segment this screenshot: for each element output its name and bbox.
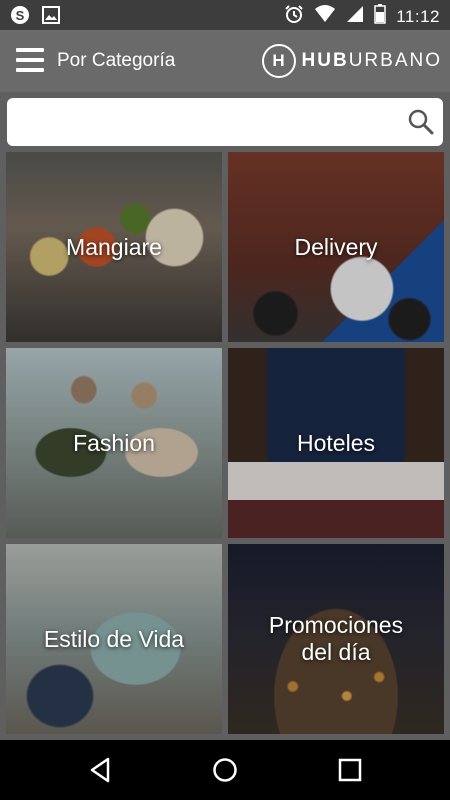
category-label: Estilo de Vida: [43, 625, 185, 652]
search-icon[interactable]: [407, 108, 435, 136]
page-title: Por Categoría: [57, 50, 176, 71]
category-label: Hoteles: [297, 429, 375, 456]
category-tile-delivery[interactable]: Delivery: [228, 152, 444, 342]
hamburger-menu-icon[interactable]: [16, 48, 46, 74]
search-bar: [7, 98, 443, 146]
recents-icon[interactable]: [336, 756, 364, 784]
category-label: Promociones del día: [268, 612, 404, 665]
image-icon: [42, 6, 60, 29]
battery-icon: [374, 4, 386, 29]
signal-icon: [346, 5, 364, 28]
alarm-icon: [284, 4, 304, 29]
skype-icon: S: [10, 5, 30, 30]
logo-mark: H: [261, 44, 296, 78]
category-tile-fashion[interactable]: Fashion: [6, 348, 222, 538]
category-label: Mangiare: [66, 233, 162, 260]
app-bar: Por Categoría H HUBURBANO: [0, 30, 450, 92]
logo-text: HUBURBANO: [301, 50, 442, 71]
category-tile-promociones[interactable]: Promociones del día: [228, 544, 444, 734]
category-tile-mangiare[interactable]: Mangiare: [6, 152, 222, 342]
back-icon[interactable]: [86, 756, 114, 784]
category-label: Fashion: [73, 429, 155, 456]
wifi-icon: [314, 4, 336, 29]
category-grid: Mangiare Delivery Fashion Hoteles Estilo…: [6, 152, 444, 734]
huburbano-logo: H HUBURBANO: [261, 43, 442, 79]
category-tile-estilo-de-vida[interactable]: Estilo de Vida: [6, 544, 222, 734]
svg-text:S: S: [16, 8, 25, 23]
status-bar: S 11:12: [0, 0, 450, 30]
clock: 11:12: [396, 6, 440, 26]
category-label: Delivery: [294, 233, 378, 260]
navigation-bar: [0, 740, 450, 800]
category-tile-hoteles[interactable]: Hoteles: [228, 348, 444, 538]
home-icon[interactable]: [211, 756, 239, 784]
search-input[interactable]: [19, 108, 403, 138]
